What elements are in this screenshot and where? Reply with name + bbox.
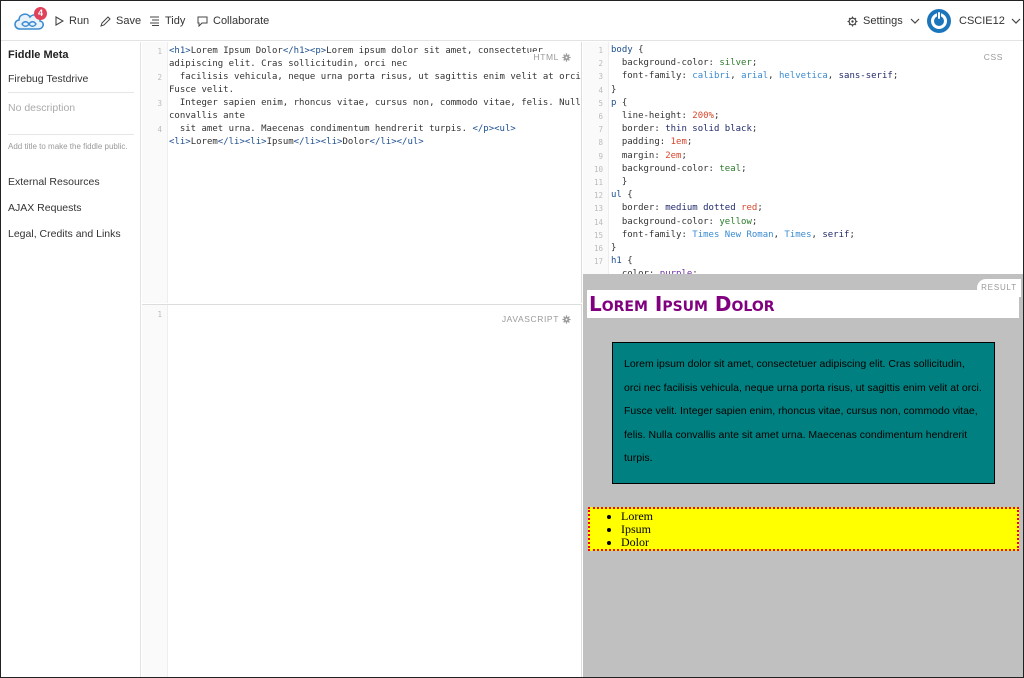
sidebar-item-ajax-requests[interactable]: AJAX Requests bbox=[8, 202, 82, 214]
line-gutter: 1 2 3 4 bbox=[142, 42, 168, 303]
html-editor[interactable]: 1 2 3 4 <h1>Lorem Ipsum Dolor</h1><p>Lor… bbox=[142, 42, 582, 303]
sidebar-item-external-resources[interactable]: External Resources bbox=[8, 176, 100, 188]
chevron-down-icon bbox=[910, 18, 920, 24]
divider bbox=[8, 134, 134, 135]
line-number: 2 bbox=[157, 73, 162, 82]
line-number: 1 bbox=[598, 46, 603, 55]
line-number: 3 bbox=[598, 72, 603, 82]
line-number: 4 bbox=[157, 125, 162, 134]
line-number: 12 bbox=[593, 191, 603, 201]
css-panel-label[interactable]: CSS bbox=[984, 52, 1003, 62]
gear-icon bbox=[847, 16, 858, 26]
save-label: Save bbox=[116, 15, 142, 27]
line-gutter: 1 2 3 4 5 6 7 8 9 10 11 12 13 14 15 16 1… bbox=[583, 42, 609, 274]
sidebar-item-legal[interactable]: Legal, Credits and Links bbox=[8, 228, 121, 240]
play-icon bbox=[55, 16, 64, 26]
collaborate-button[interactable]: Collaborate bbox=[197, 1, 269, 41]
settings-label: Settings bbox=[863, 15, 903, 27]
sidebar-title: Fiddle Meta bbox=[8, 49, 69, 61]
public-hint: Add title to make the fiddle public. bbox=[8, 142, 128, 151]
chevron-down-icon bbox=[1011, 18, 1021, 24]
result-panel[interactable]: RESULT Lorem Ipsum Dolor Lorem ipsum dol… bbox=[583, 274, 1023, 677]
result-paragraph: Lorem ipsum dolor sit amet, consectetuer… bbox=[612, 342, 995, 484]
description-field[interactable]: No description bbox=[8, 102, 134, 114]
line-number: 16 bbox=[593, 244, 603, 253]
line-number: 10 bbox=[593, 164, 603, 174]
fiddle-meta-sidebar: Fiddle Meta Firebug Testdrive No descrip… bbox=[1, 42, 141, 677]
run-button[interactable]: Run bbox=[55, 1, 89, 41]
css-editor[interactable]: 1 2 3 4 5 6 7 8 9 10 11 12 13 14 15 16 1… bbox=[583, 42, 1023, 274]
tidy-label: Tidy bbox=[165, 15, 186, 27]
line-number: 1 bbox=[157, 310, 162, 319]
list-item: Dolor bbox=[621, 536, 1017, 549]
pencil-icon bbox=[100, 15, 111, 27]
top-toolbar: 4 Run Save Tidy Collaborate Settings CSC… bbox=[1, 1, 1023, 41]
css-code[interactable]: body { background-color: silver; font-fa… bbox=[611, 44, 898, 274]
collaborate-label: Collaborate bbox=[213, 15, 270, 27]
javascript-panel-label[interactable]: JAVASCRIPT bbox=[502, 314, 571, 324]
line-number: 11 bbox=[593, 178, 603, 187]
line-gutter: 1 bbox=[142, 305, 168, 677]
line-number: 9 bbox=[598, 151, 603, 161]
result-heading: Lorem Ipsum Dolor bbox=[587, 290, 1019, 318]
jsfiddle-app: 4 Run Save Tidy Collaborate Settings CSC… bbox=[0, 0, 1024, 678]
tidy-lines-icon bbox=[150, 16, 159, 26]
notification-badge[interactable]: 4 bbox=[34, 7, 47, 20]
line-number: 14 bbox=[593, 217, 603, 227]
line-number: 17 bbox=[593, 257, 603, 267]
run-label: Run bbox=[69, 15, 90, 27]
line-number: 15 bbox=[593, 230, 603, 240]
javascript-editor[interactable]: 1 JAVASCRIPT bbox=[142, 304, 582, 677]
chat-icon bbox=[197, 16, 208, 27]
account-name: CSCIE12 bbox=[959, 15, 1005, 27]
html-code[interactable]: <h1>Lorem Ipsum Dolor</h1><p>Lorem ipsum… bbox=[169, 45, 581, 149]
line-number: 1 bbox=[157, 47, 162, 56]
settings-dropdown[interactable]: Settings bbox=[847, 1, 925, 41]
gear-icon bbox=[562, 52, 571, 62]
line-number: 7 bbox=[598, 125, 603, 135]
tidy-button[interactable]: Tidy bbox=[149, 1, 185, 41]
fiddle-name-field[interactable]: Firebug Testdrive bbox=[8, 73, 134, 85]
gear-icon bbox=[562, 314, 571, 324]
line-number: 3 bbox=[157, 99, 162, 108]
line-number: 5 bbox=[598, 98, 603, 108]
line-number: 4 bbox=[598, 85, 603, 95]
line-number: 2 bbox=[598, 59, 603, 69]
save-button[interactable]: Save bbox=[100, 1, 141, 41]
line-number: 13 bbox=[593, 204, 603, 214]
account-menu[interactable]: CSCIE12 bbox=[927, 9, 1021, 33]
result-list: Lorem Ipsum Dolor bbox=[588, 507, 1019, 551]
line-number: 8 bbox=[598, 138, 603, 148]
power-icon bbox=[927, 9, 951, 33]
line-number: 6 bbox=[598, 112, 603, 121]
html-panel-label[interactable]: HTML bbox=[529, 52, 571, 62]
list-item: Lorem bbox=[621, 510, 1017, 523]
divider bbox=[8, 92, 134, 93]
list-item: Ipsum bbox=[621, 523, 1017, 536]
